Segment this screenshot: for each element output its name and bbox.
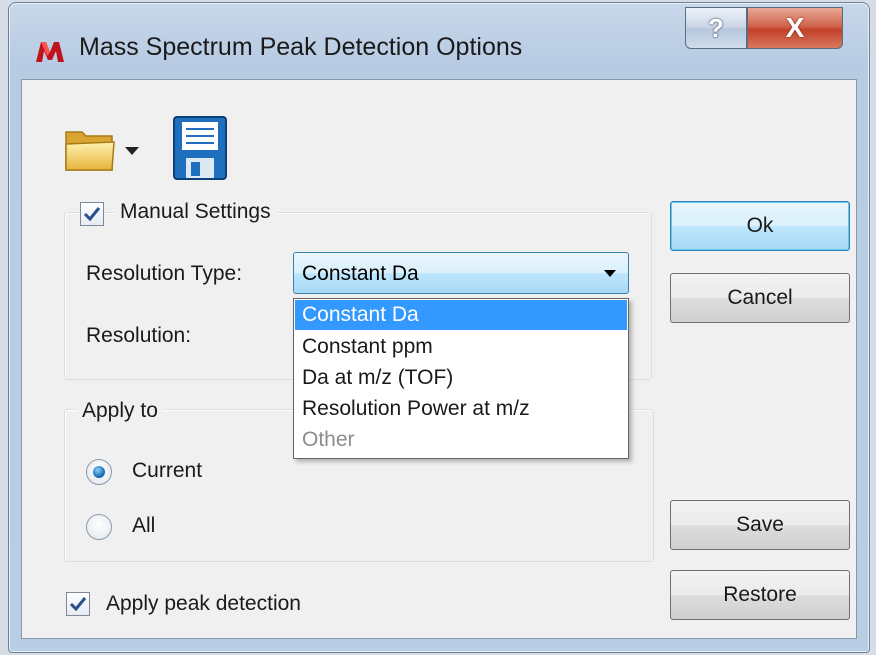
radio-current[interactable]: [86, 459, 112, 485]
checkmark-icon: [69, 597, 87, 612]
resolution-label: Resolution:: [86, 324, 192, 347]
checkmark-icon: [83, 207, 101, 222]
manual-settings-checkbox[interactable]: [80, 202, 104, 226]
floppy-disk-icon[interactable]: [173, 116, 227, 180]
dropdown-option-da-at-mz[interactable]: Da at m/z (TOF): [295, 363, 627, 393]
resolution-type-dropdown-list: Constant Da Constant ppm Da at m/z (TOF)…: [293, 298, 629, 459]
radio-all-label[interactable]: All: [132, 514, 155, 538]
help-icon: ?: [708, 12, 724, 43]
folder-icon[interactable]: [64, 126, 116, 174]
window-title: Mass Spectrum Peak Detection Options: [79, 33, 523, 61]
chevron-down-icon: [604, 270, 616, 277]
resolution-type-value: Constant Da: [302, 262, 419, 285]
radio-all[interactable]: [86, 514, 112, 540]
ok-button[interactable]: Ok: [670, 201, 850, 251]
dropdown-option-other: Other: [302, 428, 355, 451]
apply-peak-detection-label[interactable]: Apply peak detection: [106, 592, 301, 616]
cancel-button[interactable]: Cancel: [670, 273, 850, 323]
dialog-body: Manual Settings Resolution Type: Constan…: [21, 79, 857, 639]
restore-button[interactable]: Restore: [670, 570, 850, 620]
help-button[interactable]: ?: [685, 7, 747, 49]
save-button[interactable]: Save: [670, 500, 850, 550]
dropdown-option-constant-ppm[interactable]: Constant ppm: [295, 332, 627, 362]
resolution-type-select[interactable]: Constant Da: [293, 252, 629, 294]
close-button[interactable]: X: [747, 7, 843, 49]
dialog-window: Mass Spectrum Peak Detection Options ? X: [8, 2, 870, 653]
apply-to-legend: Apply to: [76, 399, 164, 423]
app-logo-icon: [36, 42, 64, 62]
close-icon: X: [785, 12, 805, 43]
radio-current-label[interactable]: Current: [132, 459, 202, 483]
apply-peak-detection-checkbox[interactable]: [66, 592, 90, 616]
resolution-type-label: Resolution Type:: [86, 262, 243, 285]
dropdown-option-constant-da[interactable]: Constant Da: [295, 300, 627, 330]
open-menu-chevron-down-icon[interactable]: [125, 147, 139, 155]
title-bar[interactable]: Mass Spectrum Peak Detection Options ? X: [9, 3, 869, 83]
manual-settings-label: Manual Settings: [114, 200, 277, 224]
dropdown-option-resolution-power[interactable]: Resolution Power at m/z: [295, 394, 627, 424]
